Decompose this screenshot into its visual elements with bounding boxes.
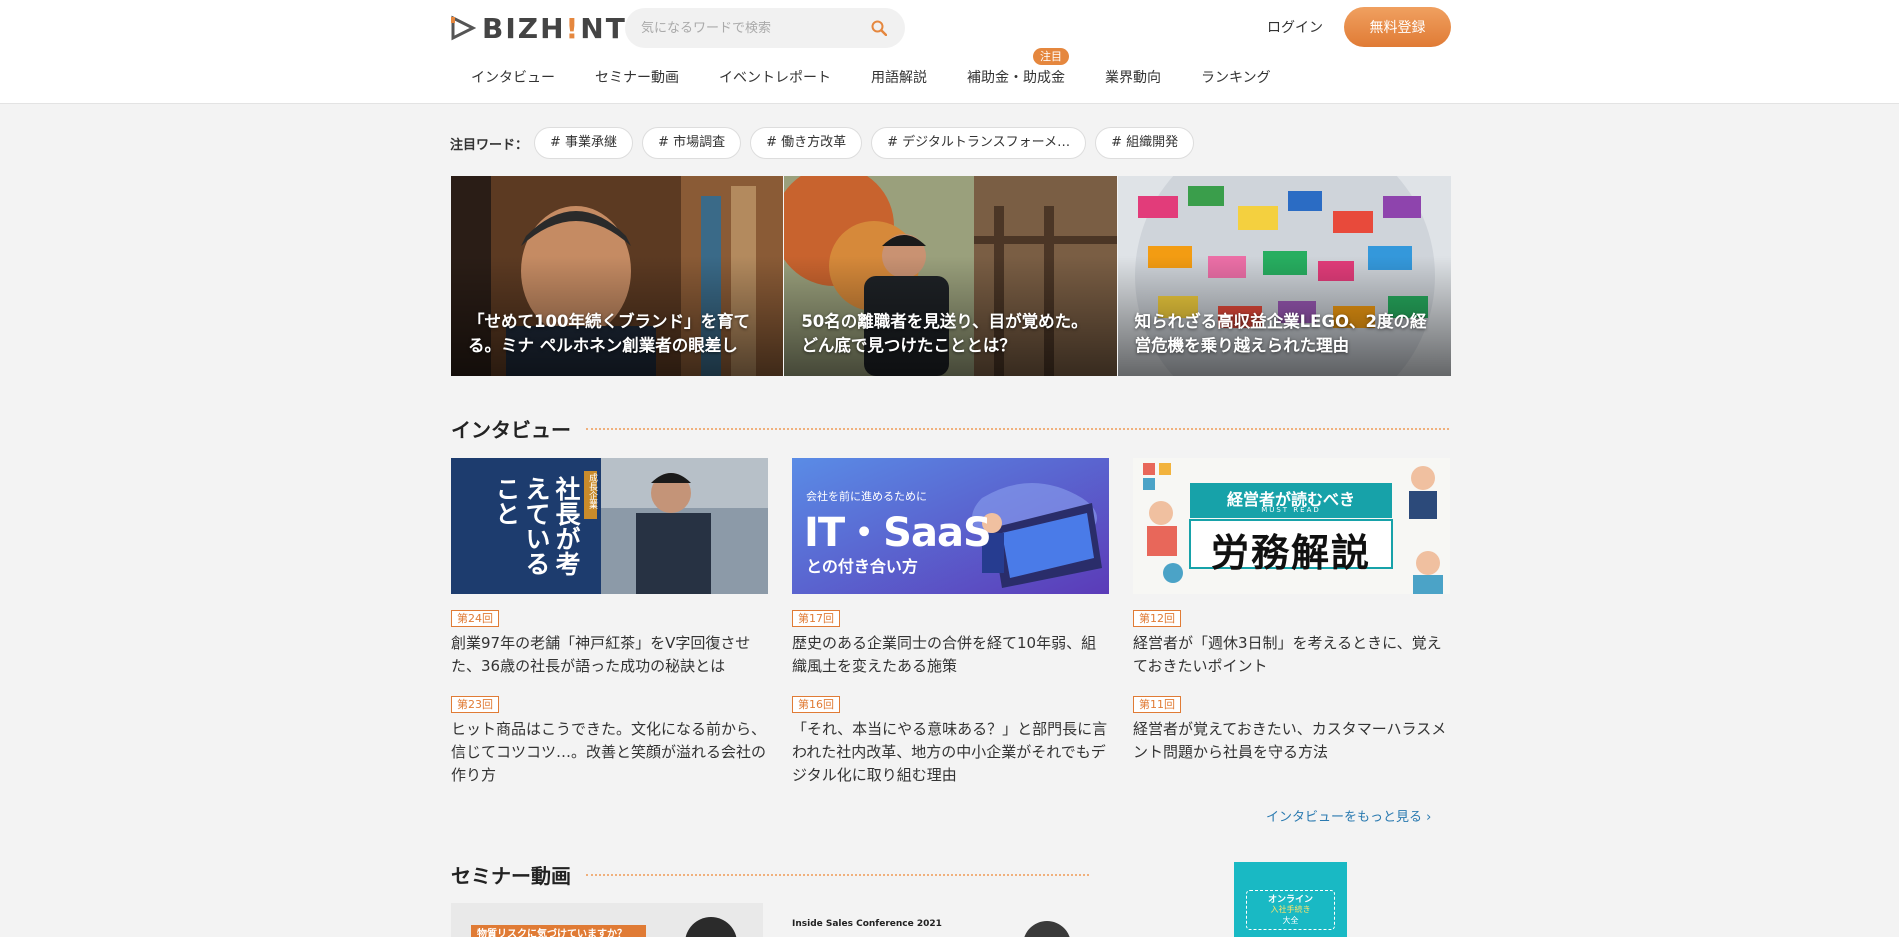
sidebar-ad-banner[interactable]: オンライン 入社手続き 大全 (1234, 862, 1347, 937)
hot-words-bar: 注目ワード： # 事業承継 # 市場調査 # 働き方改革 # デジタルトランスフ… (450, 127, 1203, 159)
series-banner-ceo-thoughts[interactable]: 社長が考えていること 成長企業 (451, 458, 768, 594)
site-logo[interactable]: BIZH!NT (450, 11, 627, 45)
article-title-link[interactable]: 経営者が覚えておきたい、カスタマーハラスメント問題から社員を守る方法 (1133, 718, 1451, 764)
main-nav: インタビュー セミナー動画 イベントレポート 用語解説 補助金・助成金 注目 業… (450, 48, 1291, 88)
nav-item-industry-trends[interactable]: 業界動向 (1085, 68, 1181, 88)
episode-badge: 第23回 (451, 696, 499, 713)
article-title-link[interactable]: 歴史のある企業同士の合併を経て10年弱、組織風土を変えたある施策 (792, 632, 1110, 678)
section-title: セミナー動画 (451, 864, 571, 888)
hot-tag[interactable]: # 事業承継 (534, 127, 634, 159)
logo-mark-icon (451, 15, 476, 41)
episode-badge: 第11回 (1133, 696, 1181, 713)
feature-caption: 50名の離職者を見送り、目が覚めた。どん底で見つけたこととは？ (801, 312, 1088, 355)
feature-card[interactable]: 知られざる高収益企業LEGO、2度の経営危機を乗り越えられた理由 (1117, 176, 1451, 376)
seminar-section-heading: セミナー動画 (451, 860, 1089, 889)
seminar-thumb-text: 物質リスクに気づけていますか？ (477, 929, 627, 937)
login-link[interactable]: ログイン (1267, 17, 1323, 37)
feature-caption: 知られざる高収益企業LEGO、2度の経営危機を乗り越えられた理由 (1134, 312, 1427, 355)
episode-badge: 第16回 (792, 696, 840, 713)
feature-card[interactable]: 「せめて100年続くブランド」を育てる。ミナ ペルホネン創業者の眼差し (451, 176, 784, 376)
hot-tag[interactable]: # 働き方改革 (750, 127, 863, 159)
article-title-link[interactable]: 創業97年の老舗「神戸紅茶」をV字回復させた、36歳の社長が語った成功の秘訣とは (451, 632, 769, 678)
feature-card[interactable]: 50名の離職者を見送り、目が覚めた。どん底で見つけたこととは？ (784, 176, 1117, 376)
search-input[interactable] (641, 20, 869, 36)
featured-badge: 注目 (1033, 48, 1069, 65)
feature-carousel: 「せめて100年続くブランド」を育てる。ミナ ペルホネン創業者の眼差し 50名の… (451, 176, 1451, 376)
seminar-video-thumb[interactable]: Inside Sales Conference 2021 (792, 903, 1104, 937)
search-icon[interactable] (869, 18, 889, 38)
article-title-link[interactable]: ヒット商品はこうできた。文化になる前から、信じてコツコツ…。改善と笑顔が溢れる会… (451, 718, 769, 787)
ad-text: 入社手続き (1270, 905, 1311, 914)
nav-item-seminar[interactable]: セミナー動画 (575, 68, 699, 88)
seminar-video-thumb[interactable]: 物質リスクに気づけていますか？ (451, 903, 763, 937)
search-box (625, 8, 905, 48)
hot-tag[interactable]: # 市場調査 (642, 127, 742, 159)
logo-wordmark: BIZH!NT (482, 11, 627, 45)
interview-section-heading: インタビュー (451, 414, 1449, 443)
banner-tag: MUST READ (1261, 506, 1321, 514)
nav-item-glossary[interactable]: 用語解説 (851, 68, 947, 88)
banner-title: 労務解説 (1210, 531, 1371, 575)
episode-badge: 第17回 (792, 610, 840, 627)
banner-title: 社長が考えていること (492, 476, 581, 576)
article-title-link[interactable]: 経営者が「週休3日制」を考えるときに、覚えておきたいポイント (1133, 632, 1451, 678)
hot-words-label: 注目ワード： (450, 137, 529, 153)
article-title-link[interactable]: 「それ、本当にやる意味ある？」と部門長に言われた社内改革、地方の中小企業がそれで… (792, 718, 1110, 787)
interview-more-link[interactable]: インタビューをもっと見る › (1266, 806, 1431, 825)
hot-tag[interactable]: # 組織開発 (1095, 127, 1195, 159)
nav-item-label: 補助金・助成金 (967, 70, 1065, 86)
banner-tag: 成長企業 (587, 473, 597, 509)
site-header: BIZH!NT ログイン 無料登録 インタビュー セミナー動画 イベントレポート… (0, 0, 1899, 104)
series-banner-it-saas[interactable]: 会社を前に進めるために IT・SaaS との付き合い方 (792, 458, 1109, 594)
nav-item-subsidy[interactable]: 補助金・助成金 注目 (947, 48, 1085, 88)
nav-item-ranking[interactable]: ランキング (1181, 68, 1291, 88)
banner-title: IT・SaaS (804, 510, 992, 556)
seminar-thumb-text: Inside Sales Conference 2021 (792, 919, 942, 929)
ad-text: 大全 (1282, 916, 1299, 925)
episode-badge: 第24回 (451, 610, 499, 627)
series-banner-labor-guide[interactable]: 経営者が読むべき MUST READ 労務解説 (1133, 458, 1450, 594)
banner-caption: との付き合い方 (806, 557, 918, 576)
hot-tag[interactable]: # デジタルトランスフォーメ… (871, 127, 1087, 159)
section-title: インタビュー (451, 418, 571, 442)
episode-badge: 第12回 (1133, 610, 1181, 627)
nav-item-event-report[interactable]: イベントレポート (699, 68, 851, 88)
feature-caption: 「せめて100年続くブランド」を育てる。ミナ ペルホネン創業者の眼差し (468, 312, 750, 355)
nav-item-interview[interactable]: インタビュー (450, 68, 575, 88)
signup-button[interactable]: 無料登録 (1344, 7, 1451, 47)
